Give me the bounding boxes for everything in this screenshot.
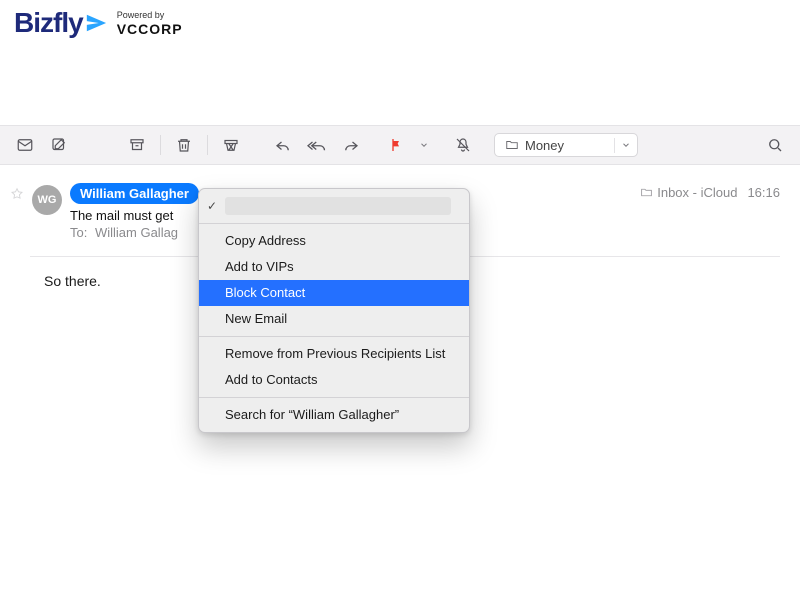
message-time: 16:16 [747,185,780,200]
context-menu-item[interactable]: Add to Contacts [199,367,469,393]
context-menu-item[interactable]: Block Contact [199,280,469,306]
reply-all-button[interactable] [302,131,332,159]
context-menu-separator [199,223,469,224]
flag-menu-button[interactable] [416,131,432,159]
reply-button[interactable] [268,131,298,159]
mailbox-label: Inbox - iCloud [657,185,737,200]
toolbar-separator [160,135,161,155]
toolbar-separator [207,135,208,155]
vccorp-wordmark: VCCORP [117,22,183,36]
sender-name: William Gallagher [80,186,189,201]
context-menu-item[interactable]: Remove from Previous Recipients List [199,341,469,367]
star-icon[interactable] [10,183,24,201]
context-menu-separator [199,336,469,337]
powered-by-label: Powered by [117,11,183,20]
to-label: To: [70,225,87,240]
chevron-down-icon [615,140,637,150]
folder-select-label: Money [525,138,564,153]
new-message-button[interactable] [10,131,40,159]
mute-button[interactable] [448,131,478,159]
folder-icon [505,138,519,152]
context-menu-item[interactable]: Copy Address [199,228,469,254]
context-menu-item[interactable]: Add to VIPs [199,254,469,280]
move-to-folder-select[interactable]: Money [494,133,638,157]
compose-button[interactable] [44,131,74,159]
context-menu-item[interactable] [199,193,469,219]
sender-context-menu: Copy AddressAdd to VIPsBlock ContactNew … [198,188,470,433]
avatar: WG [32,185,62,215]
mail-toolbar: Money [0,125,800,165]
powered-by: Powered by VCCORP [117,11,183,36]
context-menu-item[interactable]: Search for “William Gallagher” [199,402,469,428]
bizfly-logo: Bizfly [14,7,107,39]
avatar-initials: WG [38,194,57,206]
context-menu-item[interactable]: New Email [199,306,469,332]
search-button[interactable] [760,131,790,159]
bizfly-wordmark-text: Bizfly [14,7,83,39]
to-recipient: William Gallag [95,225,178,240]
mailbox-icon [640,186,653,199]
paper-plane-icon [85,12,107,34]
forward-button[interactable] [336,131,366,159]
delete-button[interactable] [169,131,199,159]
brand-logo-area: Bizfly Powered by VCCORP [0,0,800,40]
sender-chip[interactable]: William Gallagher [70,183,199,204]
context-menu-separator [199,397,469,398]
archive-button[interactable] [122,131,152,159]
message-meta: Inbox - iCloud 16:16 [640,183,780,200]
flag-button[interactable] [382,131,412,159]
junk-button[interactable] [216,131,246,159]
